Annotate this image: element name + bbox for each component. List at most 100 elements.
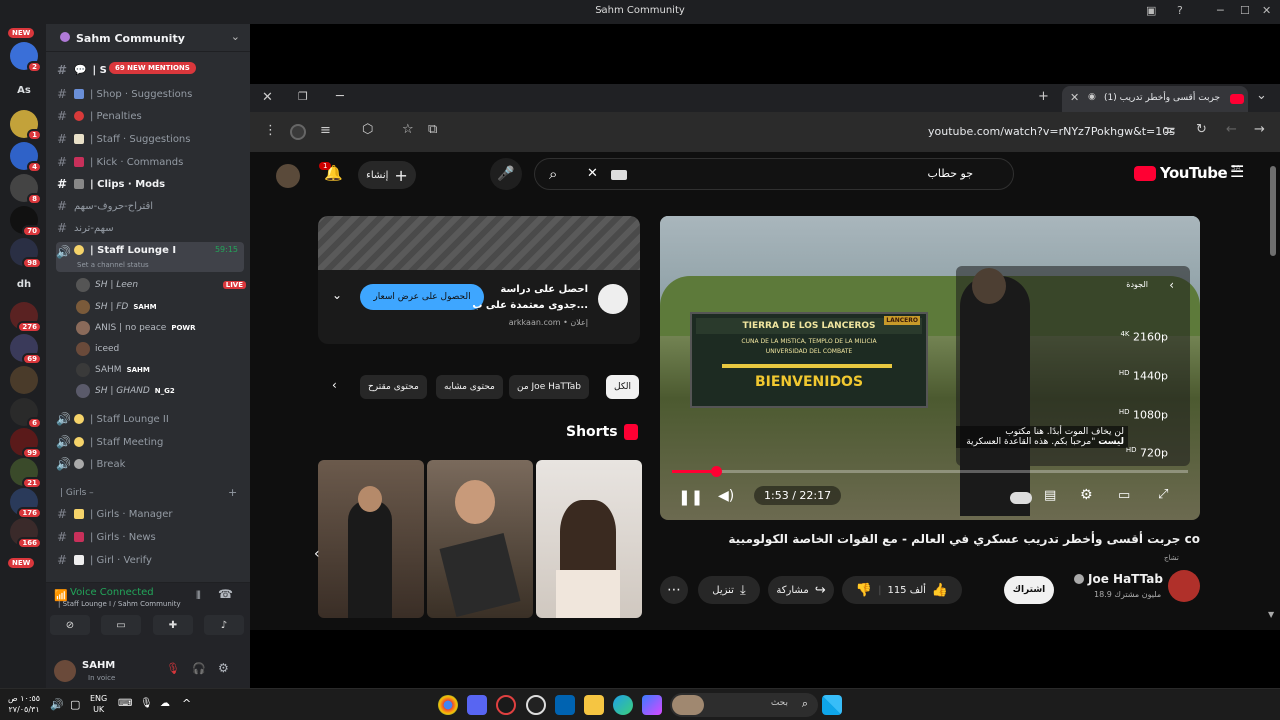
theater-mode-icon[interactable]: ▭ <box>1118 488 1130 503</box>
server-icon[interactable]: 176 <box>10 488 42 519</box>
voice-location[interactable]: | Staff Lounge I / Sahm Community <box>58 600 181 608</box>
ad-cta-button[interactable]: الحصول على عرض اسعار <box>360 284 484 310</box>
server-icon[interactable]: 2 <box>10 42 42 73</box>
subscribe-button[interactable]: اشتراك <box>1004 576 1054 604</box>
inbox-icon[interactable]: ▣ <box>1146 4 1156 17</box>
activities-button[interactable]: ✚ <box>153 615 193 635</box>
more-actions-button[interactable]: ⋯ <box>660 576 688 604</box>
profile-icon[interactable] <box>290 124 306 140</box>
server-icon[interactable]: 70 <box>10 206 42 237</box>
server-icon[interactable] <box>10 366 38 394</box>
quality-option[interactable]: HD 1080p <box>1119 408 1168 422</box>
copilot-icon[interactable] <box>642 695 662 715</box>
voice-search-button[interactable]: 🎤 <box>490 158 522 190</box>
channel-item[interactable]: # | Penalties <box>56 106 244 126</box>
keyboard-icon[interactable]: ⌨ <box>118 698 132 709</box>
quality-option[interactable]: HD 1440p <box>1119 369 1168 383</box>
minimize-icon[interactable]: ─ <box>1217 4 1224 17</box>
tab-search-icon[interactable]: ⌄ <box>1256 88 1267 103</box>
channel-item[interactable]: # | Girls · Manager <box>56 504 244 524</box>
new-tab-icon[interactable]: + <box>1038 89 1049 104</box>
obs-icon[interactable] <box>526 695 546 715</box>
progress-scrubber[interactable] <box>710 466 722 477</box>
channel-item[interactable]: # سهم-ترند <box>56 218 244 238</box>
progress-bar[interactable] <box>672 466 1188 477</box>
channel-item[interactable]: # | Girl · Verify <box>56 550 244 570</box>
server-icon-as[interactable]: As <box>10 76 38 104</box>
tune-icon[interactable]: ⚌ <box>1164 122 1176 137</box>
expand-icon[interactable]: ⌄ <box>332 288 342 302</box>
autoplay-toggle[interactable] <box>1010 492 1032 504</box>
channel-item[interactable]: # | Girls · News <box>56 527 244 547</box>
chevron-left-icon[interactable]: ‹ <box>314 546 320 562</box>
avatar[interactable] <box>276 164 300 188</box>
disconnect-icon[interactable]: ☎ <box>218 587 233 601</box>
hamburger-menu-icon[interactable]: ☰ <box>1230 162 1244 181</box>
screen-share-button[interactable]: ▭ <box>101 615 141 635</box>
back-arrow-icon[interactable]: ‹ <box>1169 278 1174 292</box>
search-box[interactable]: ⌕ ✕ جو حطاب <box>534 158 1014 190</box>
voice-channel[interactable]: 🔊 | Staff Lounge II <box>56 409 244 429</box>
forward-icon[interactable]: ← <box>1226 122 1237 137</box>
short-thumbnail[interactable] <box>536 460 642 618</box>
create-button[interactable]: إنشاء + <box>358 161 416 189</box>
pause-icon[interactable]: ❚❚ <box>678 488 703 506</box>
channel-status[interactable]: Set a channel status <box>77 261 149 269</box>
server-icon[interactable]: 166 <box>10 518 42 549</box>
url-field[interactable]: youtube.com/watch?v=rNYz7Pokhgw&t=10s <box>928 125 1175 138</box>
chip-related[interactable]: محتوى مشابه <box>436 375 503 399</box>
scrollbar-thumb[interactable] <box>1270 166 1276 256</box>
maximize-icon[interactable]: ☐ <box>1240 4 1250 17</box>
scroll-down-icon[interactable]: ▼ <box>1268 610 1274 619</box>
server-icon[interactable]: 276 <box>10 302 42 333</box>
chrome-icon[interactable] <box>438 695 458 715</box>
restore-icon[interactable]: ❐ <box>298 90 308 103</box>
quality-option[interactable]: HD 720p <box>1126 446 1168 460</box>
browser-tab[interactable]: ✕ ◉ (1) جربت أقسى وأخطر تدريب <box>1062 86 1248 112</box>
chevron-left-icon[interactable]: ‹ <box>332 378 337 392</box>
server-icon[interactable]: 98 <box>10 238 42 269</box>
close-icon[interactable]: ✕ <box>1262 4 1271 17</box>
chip-all[interactable]: الكل <box>606 375 640 399</box>
reading-list-icon[interactable]: ≡ <box>320 123 331 138</box>
server-header[interactable]: Sahm Community ⌄ <box>46 24 250 52</box>
new-mentions-badge[interactable]: 69 NEW MENTIONS <box>109 62 196 74</box>
soundboard-button[interactable]: ♪ <box>204 615 244 635</box>
channel-item[interactable]: # | Clips · Mods <box>56 174 244 194</box>
close-tab-icon[interactable]: ✕ <box>1070 91 1079 104</box>
channel-item[interactable]: # | Shop · Suggestions <box>56 84 244 104</box>
search-icon[interactable]: ⌕ <box>549 165 557 183</box>
dislike-icon[interactable]: 👎 <box>856 583 872 598</box>
headphones-icon[interactable]: 🎧 <box>192 662 206 675</box>
tray-overflow-icon[interactable]: ^ <box>182 697 191 710</box>
channel-name-row[interactable]: Joe HaTTab <box>1074 572 1163 586</box>
channel-item[interactable]: # | Staff · Suggestions <box>56 129 244 149</box>
search-input[interactable]: جو حطاب <box>927 167 973 180</box>
store-icon[interactable] <box>555 695 575 715</box>
mic-muted-icon[interactable]: 🎙 <box>166 662 180 675</box>
server-icon[interactable]: 4 <box>10 142 42 173</box>
youtube-logo[interactable]: YouTube SA <box>1134 164 1241 182</box>
windows-start-icon[interactable] <box>822 695 842 715</box>
volume-icon[interactable]: ◀) <box>718 488 734 504</box>
download-button[interactable]: تنزيل ⤓ <box>698 576 760 604</box>
server-icon[interactable]: 1 <box>10 110 42 141</box>
fullscreen-icon[interactable]: ⤢ <box>1158 487 1168 502</box>
keyboard-icon[interactable] <box>611 170 627 180</box>
share-button[interactable]: مشاركة ↪ <box>768 576 834 604</box>
network-icon[interactable]: ▢ <box>70 698 80 711</box>
help-icon[interactable]: ? <box>1177 4 1183 17</box>
short-thumbnail[interactable] <box>318 460 424 618</box>
audio-icon[interactable]: ◉ <box>1088 92 1096 102</box>
voice-channel[interactable]: 🔊 | Break <box>56 454 244 474</box>
volume-tray-icon[interactable]: 🔊 <box>50 698 64 711</box>
server-icon[interactable]: 21 <box>10 458 42 489</box>
clock[interactable]: ١٠:٥٥ ص ٢٧/٠٥/٣١ <box>8 693 40 715</box>
voice-user[interactable]: SAHM SAHM <box>76 360 246 380</box>
language-indicator[interactable]: ENG UK <box>90 693 107 715</box>
close-window-icon[interactable]: ✕ <box>262 90 273 105</box>
captions-icon[interactable]: ▤ <box>1044 488 1056 503</box>
file-explorer-icon[interactable] <box>584 695 604 715</box>
add-channel-icon[interactable]: + <box>228 486 237 499</box>
server-icon[interactable]: 8 <box>10 174 42 205</box>
